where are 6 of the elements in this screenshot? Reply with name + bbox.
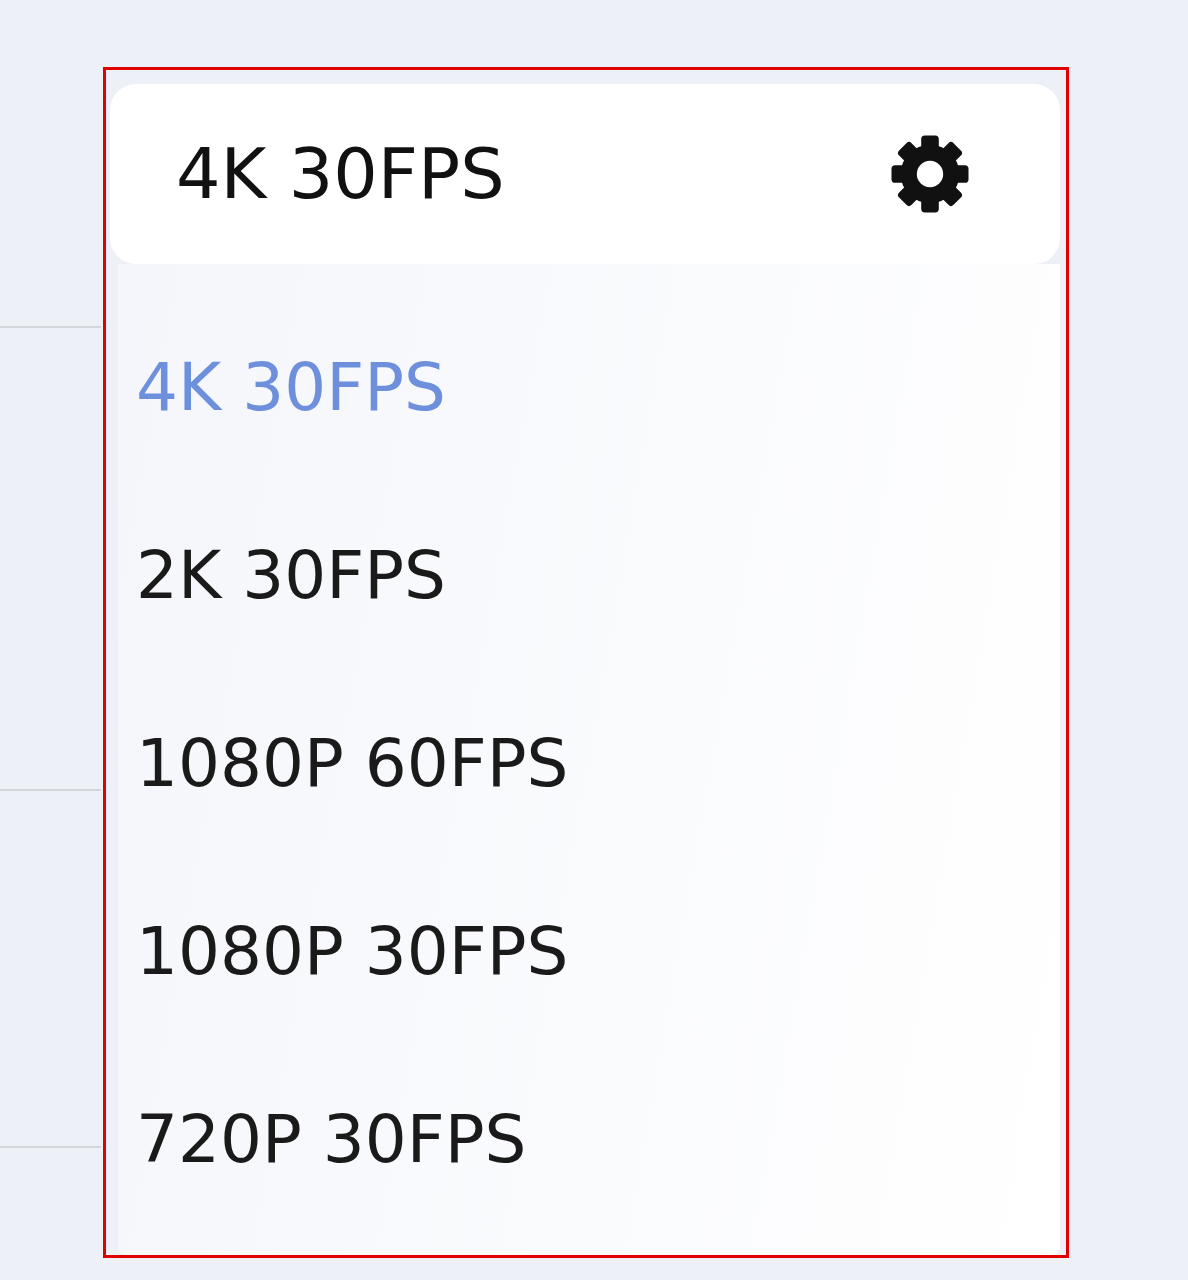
resolution-selector[interactable]: 4K 30FPS <box>110 84 1060 264</box>
menu-option[interactable]: 1080P 60FPS <box>118 669 1060 857</box>
menu-option[interactable]: 720P 30FPS <box>118 1045 1060 1233</box>
menu-option[interactable]: 2K 30FPS <box>118 481 1060 669</box>
menu-option[interactable]: 1080P 30FPS <box>118 857 1060 1045</box>
selected-value: 4K 30FPS <box>176 133 505 215</box>
